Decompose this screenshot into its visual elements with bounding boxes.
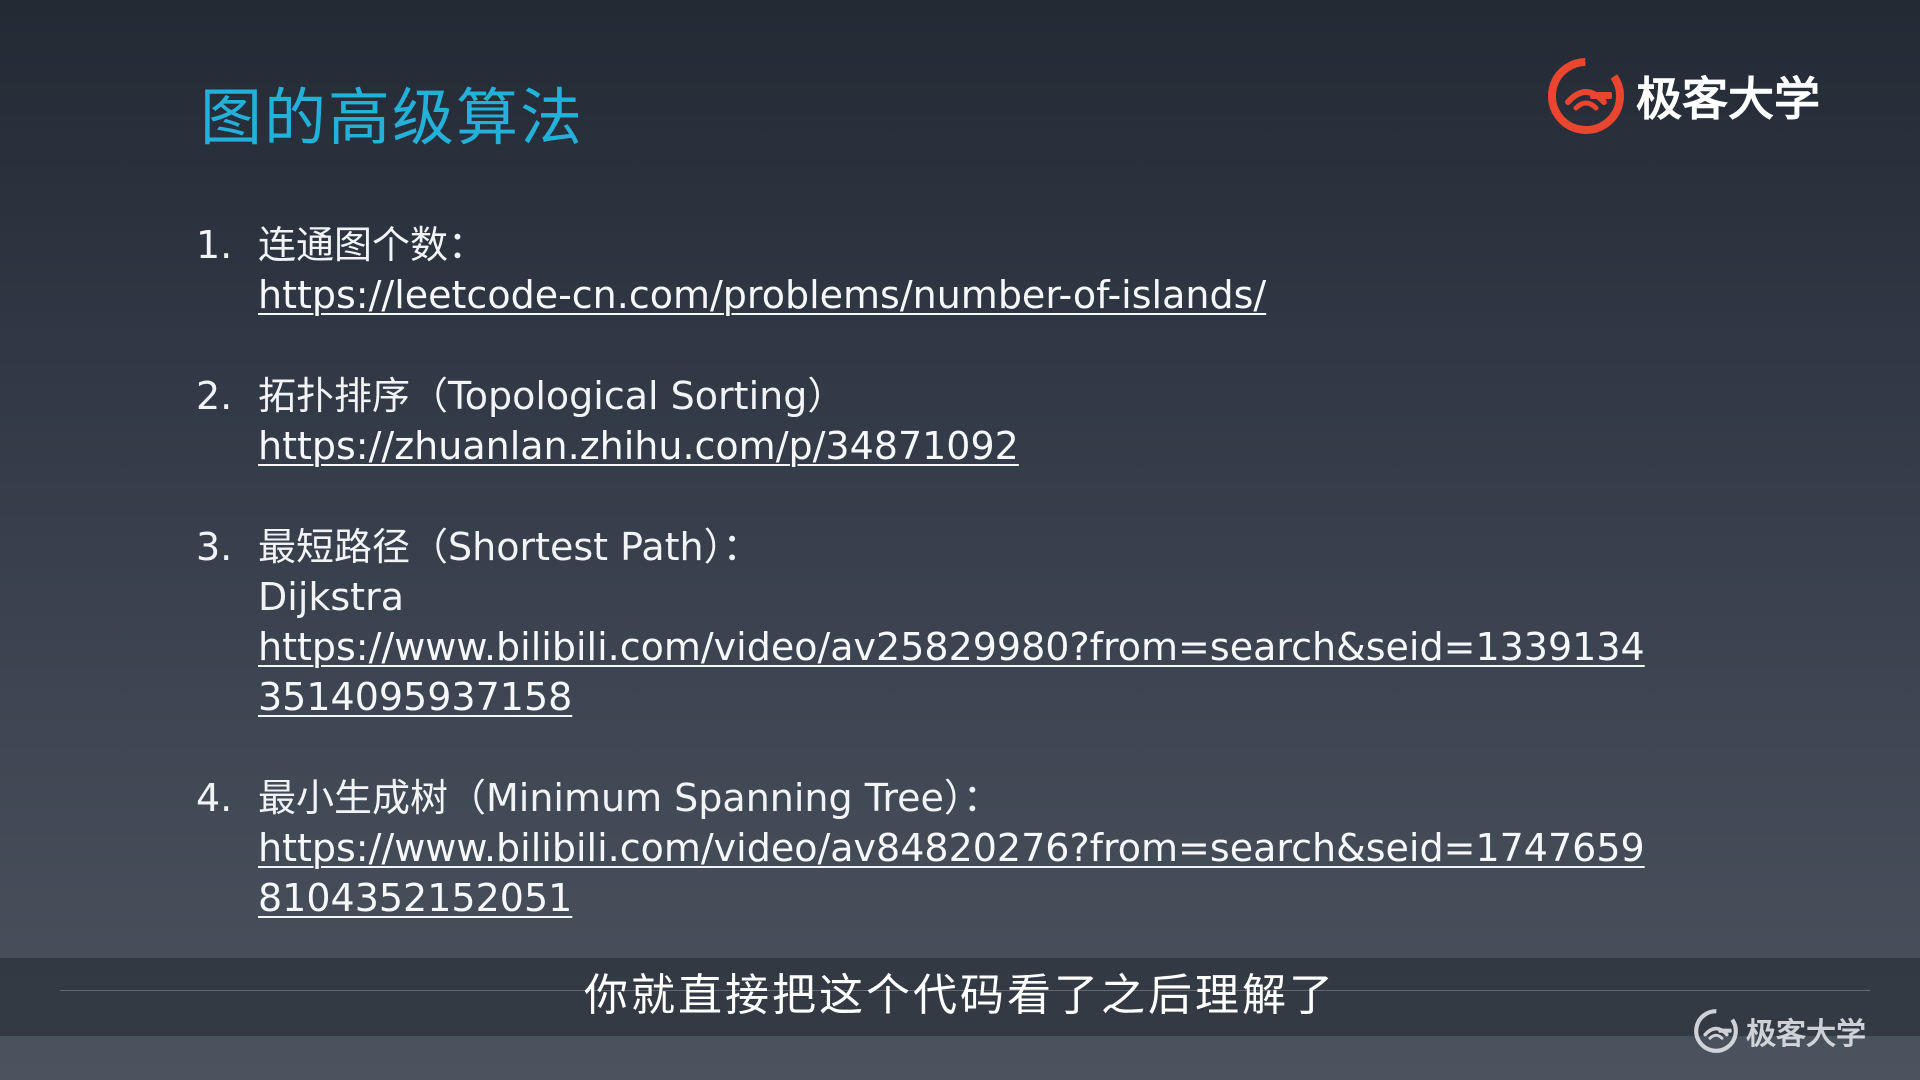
item-heading: 连通图个数： [258,223,487,267]
watermark: 极客大学 [1692,1006,1866,1056]
list-item: 4. 最小生成树（Minimum Spanning Tree）： https:/… [196,773,1756,923]
item-subheading: Dijkstra [258,575,404,619]
brand-logo: 极客大学 [1546,56,1820,136]
geektime-logo-icon [1548,58,1624,134]
reference-link[interactable]: https://zhuanlan.zhihu.com/p/34871092 [258,421,1718,471]
geektime-logo-icon [1694,1009,1738,1053]
item-number: 4. [196,776,233,820]
slide-title: 图的高级算法 [200,81,585,154]
brand-name: 极客大学 [1636,72,1820,126]
item-number: 3. [196,525,233,569]
item-heading: 拓扑排序（Topological Sorting） [258,374,846,418]
watermark-name: 极客大学 [1746,1017,1866,1052]
item-number: 2. [196,374,233,418]
item-number: 1. [196,223,233,267]
reference-link[interactable]: https://www.bilibili.com/video/av8482027… [258,823,1718,923]
list-item: 3. 最短路径（Shortest Path）： Dijkstra https:/… [196,522,1756,722]
reference-link[interactable]: https://leetcode-cn.com/problems/number-… [258,270,1718,320]
item-heading: 最短路径（Shortest Path）： [258,525,761,569]
list-item: 1. 连通图个数： https://leetcode-cn.com/proble… [196,220,1756,320]
algorithm-list: 1. 连通图个数： https://leetcode-cn.com/proble… [196,220,1756,974]
reference-link[interactable]: https://www.bilibili.com/video/av2582998… [258,622,1718,722]
item-heading: 最小生成树（Minimum Spanning Tree）： [258,776,1001,820]
video-subtitle: 你就直接把这个代码看了之后理解了 [584,970,1336,1021]
list-item: 2. 拓扑排序（Topological Sorting） https://zhu… [196,371,1756,471]
